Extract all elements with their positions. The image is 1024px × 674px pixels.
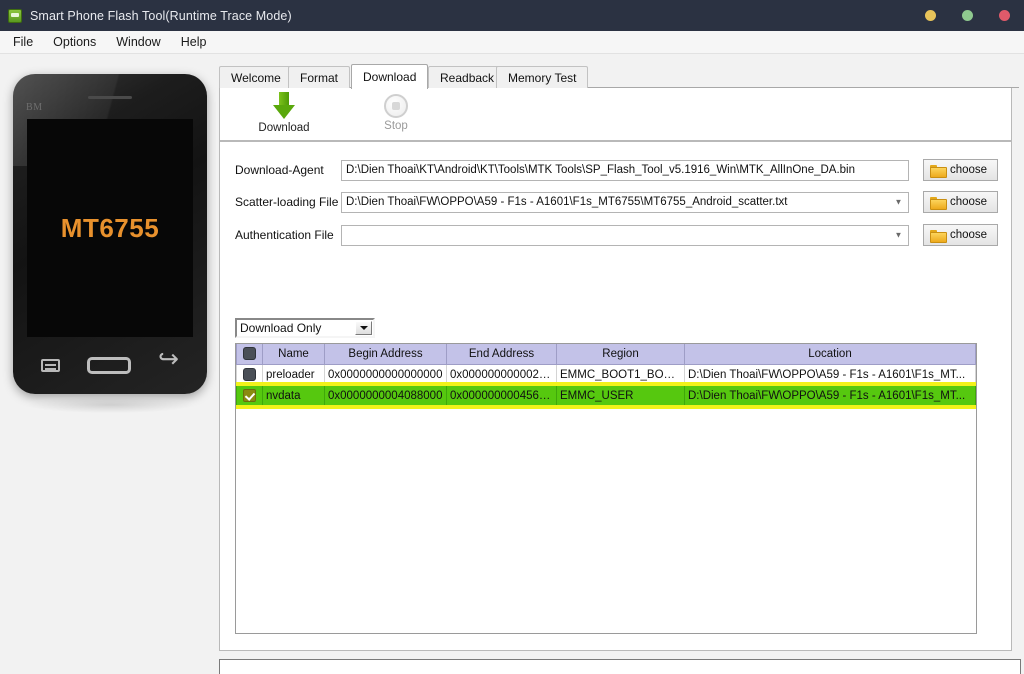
chevron-down-icon[interactable]: ▼ <box>891 227 906 244</box>
window-controls <box>925 0 1010 31</box>
tab-bar: Welcome Format Download Readback Memory … <box>219 64 1019 89</box>
checkbox-icon[interactable] <box>243 389 256 402</box>
menu-bar: File Options Window Help <box>0 31 1024 54</box>
tab-welcome[interactable]: Welcome <box>219 66 293 88</box>
stop-button[interactable]: Stop <box>350 92 442 137</box>
stop-circle-icon <box>384 94 408 118</box>
stop-button-label: Stop <box>384 120 408 132</box>
scatter-file-label: Scatter-loading File <box>235 195 339 209</box>
phone-speaker-icon <box>88 96 132 99</box>
column-header-region[interactable]: Region <box>556 344 685 365</box>
tab-download[interactable]: Download <box>351 64 429 89</box>
column-header-end-address[interactable]: End Address <box>446 344 557 365</box>
window-title: Smart Phone Flash Tool(Runtime Trace Mod… <box>30 8 292 23</box>
tab-format[interactable]: Format <box>288 66 351 88</box>
column-header-location[interactable]: Location <box>684 344 976 365</box>
minimize-button[interactable] <box>925 10 936 21</box>
download-panel: Download-Agent D:\Dien Thoai\KT\Android\… <box>219 141 1012 651</box>
menu-item-window[interactable]: Window <box>106 33 170 51</box>
app-icon <box>8 8 22 23</box>
partition-table[interactable]: Name Begin Address End Address Region Lo… <box>235 343 977 634</box>
scatter-file-row: Scatter-loading File D:\Dien Thoai\FW\OP… <box>235 191 909 213</box>
checkbox-icon[interactable] <box>243 368 256 381</box>
scatter-file-input[interactable]: D:\Dien Thoai\FW\OPPO\A59 - F1s - A1601\… <box>341 191 909 213</box>
download-agent-label: Download-Agent <box>235 163 324 177</box>
auth-file-row: Authentication File ▼ <box>235 224 909 246</box>
phone-navigation-bar <box>27 344 193 386</box>
checkbox-icon[interactable] <box>243 347 256 361</box>
row-highlight-top <box>236 382 976 386</box>
back-arrow-icon <box>158 356 180 374</box>
cell-name: nvdata <box>262 384 325 407</box>
progress-bar <box>219 659 1021 674</box>
column-header-name[interactable]: Name <box>262 344 325 365</box>
column-header-begin-address[interactable]: Begin Address <box>324 344 447 365</box>
application-window: Smart Phone Flash Tool(Runtime Trace Mod… <box>0 0 1024 674</box>
tab-readback[interactable]: Readback <box>428 66 507 88</box>
scatter-file-choose-button[interactable]: choose <box>923 191 998 213</box>
phone-illustration: BM MT6755 <box>13 74 207 394</box>
cell-location: D:\Dien Thoai\FW\OPPO\A59 - F1s - A1601\… <box>684 384 976 407</box>
action-toolbar: Download Stop <box>219 88 1012 141</box>
select-all-header[interactable] <box>236 344 263 365</box>
menu-item-file[interactable]: File <box>3 33 43 51</box>
tab-memory-test[interactable]: Memory Test <box>496 66 589 88</box>
dropdown-arrow-icon[interactable] <box>355 321 372 335</box>
table-row[interactable]: nvdata 0x0000000004088000 0x000000000456… <box>236 384 976 407</box>
download-arrow-icon <box>271 92 297 120</box>
status-area: 0 B/s 0 Bytes EMMC High Speed 0:00 USB: … <box>219 659 1021 674</box>
cell-begin-address: 0x0000000004088000 <box>324 384 447 407</box>
menu-item-help[interactable]: Help <box>171 33 217 51</box>
download-mode-value: Download Only <box>240 321 322 335</box>
table-header-row: Name Begin Address End Address Region Lo… <box>236 344 976 365</box>
home-icon <box>86 356 131 374</box>
close-button[interactable] <box>999 10 1010 21</box>
folder-icon <box>930 229 947 243</box>
auth-file-input[interactable]: ▼ <box>341 224 909 246</box>
chevron-down-icon[interactable]: ▼ <box>891 194 906 211</box>
download-agent-input[interactable]: D:\Dien Thoai\KT\Android\KT\Tools\MTK To… <box>341 159 909 181</box>
maximize-button[interactable] <box>962 10 973 21</box>
chipset-label: MT6755 <box>60 212 160 243</box>
folder-icon <box>930 164 947 178</box>
row-checkbox-cell[interactable] <box>236 384 263 407</box>
menu-icon <box>40 358 60 372</box>
main-content-area: Welcome Format Download Readback Memory … <box>216 54 1024 674</box>
cell-region: EMMC_USER <box>556 384 685 407</box>
menu-item-options[interactable]: Options <box>43 33 106 51</box>
download-button-label: Download <box>258 122 310 134</box>
choose-label: choose <box>950 196 988 208</box>
phone-brand-label: BM <box>26 102 43 113</box>
download-button[interactable]: Download <box>238 92 330 137</box>
auth-file-label: Authentication File <box>235 228 334 242</box>
download-agent-choose-button[interactable]: choose <box>923 159 998 181</box>
cell-end-address: 0x0000000004569fff <box>446 384 557 407</box>
phone-screen: MT6755 <box>27 119 193 337</box>
phone-shadow <box>28 397 192 413</box>
row-highlight-bottom <box>236 405 976 409</box>
device-preview-panel: BM MT6755 <box>0 54 216 674</box>
choose-label: choose <box>950 229 988 241</box>
title-bar: Smart Phone Flash Tool(Runtime Trace Mod… <box>0 0 1024 31</box>
download-agent-row: Download-Agent D:\Dien Thoai\KT\Android\… <box>235 159 909 181</box>
choose-label: choose <box>950 164 988 176</box>
folder-icon <box>930 196 947 210</box>
auth-file-choose-button[interactable]: choose <box>923 224 998 246</box>
download-mode-select[interactable]: Download Only <box>235 318 375 338</box>
